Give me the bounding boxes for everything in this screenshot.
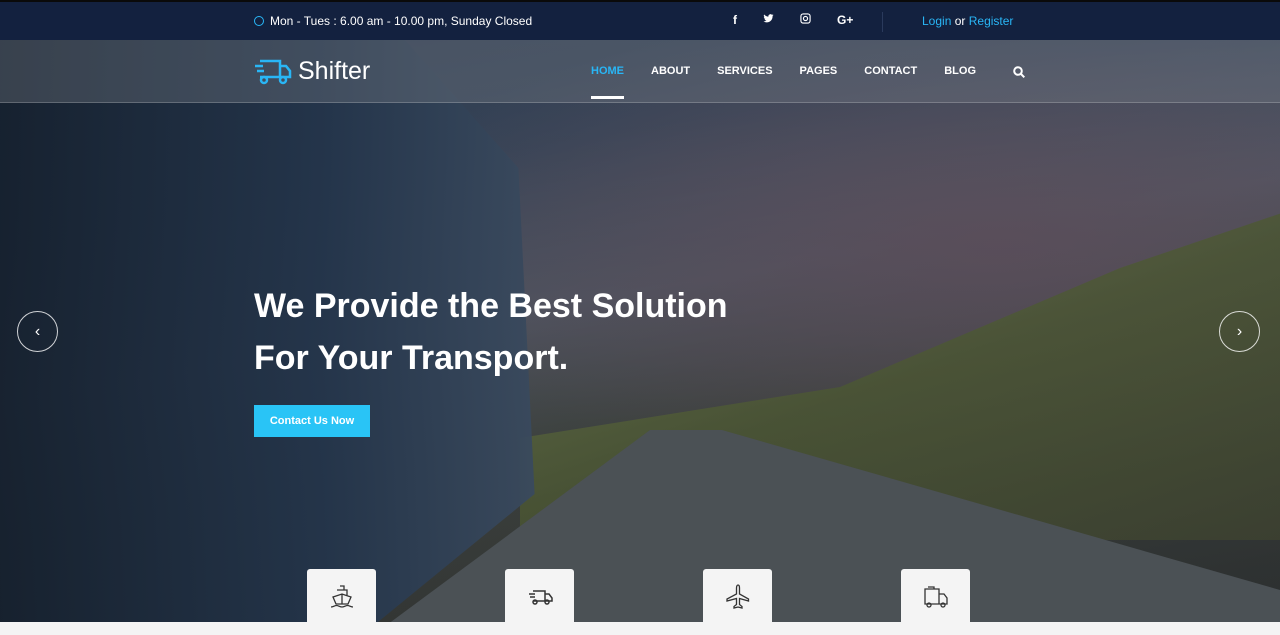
nav-home[interactable]: HOME [591,65,624,99]
google-plus-icon[interactable]: G+ [837,13,853,27]
service-card-sea[interactable] [307,569,376,625]
main-navigation: Shifter HOME ABOUT SERVICES PAGES CONTAC… [0,40,1280,103]
next-slide-button[interactable]: › [1219,311,1260,352]
login-link[interactable]: Login [922,14,951,28]
truck-logo-icon [255,59,292,84]
auth-links: Login or Register [922,14,1013,28]
contact-us-button[interactable]: Contact Us Now [254,405,370,437]
service-card-road[interactable] [505,569,574,625]
delivery-truck-icon [923,586,948,608]
nav-blog[interactable]: BLOG [944,65,976,77]
nav-pages[interactable]: PAGES [800,65,838,77]
social-links: f G+ [733,13,853,27]
top-bar: Mon - Tues : 6.00 am - 10.00 pm, Sunday … [0,0,1280,40]
nav-services[interactable]: SERVICES [717,65,772,77]
search-icon[interactable] [1013,66,1025,78]
hero-headline: We Provide the Best Solution For Your Tra… [254,280,728,384]
clock-icon [254,16,264,26]
headline-line-2: For Your Transport. [254,339,569,377]
nav-contact[interactable]: CONTACT [864,65,917,77]
logo[interactable]: Shifter [254,57,370,86]
service-card-delivery[interactable] [901,569,970,625]
logo-text: Shifter [298,57,371,85]
opening-hours: Mon - Tues : 6.00 am - 10.00 pm, Sunday … [254,14,532,28]
ship-icon [330,585,353,608]
menu: HOME ABOUT SERVICES PAGES CONTACT BLOG [591,65,976,99]
instagram-icon[interactable] [800,13,811,24]
prev-slide-button[interactable]: ‹ [17,311,58,352]
facebook-icon[interactable]: f [733,13,737,27]
nav-about[interactable]: ABOUT [651,65,690,77]
headline-line-1: We Provide the Best Solution [254,287,728,325]
or-text: or [954,14,966,28]
hours-text: Mon - Tues : 6.00 am - 10.00 pm, Sunday … [270,14,533,28]
airplane-icon [725,584,749,609]
service-card-air[interactable] [703,569,772,625]
register-link[interactable]: Register [969,14,1014,28]
twitter-icon[interactable] [763,13,774,24]
fast-truck-icon [528,590,553,605]
divider [882,12,883,32]
services-strip [0,622,1280,635]
